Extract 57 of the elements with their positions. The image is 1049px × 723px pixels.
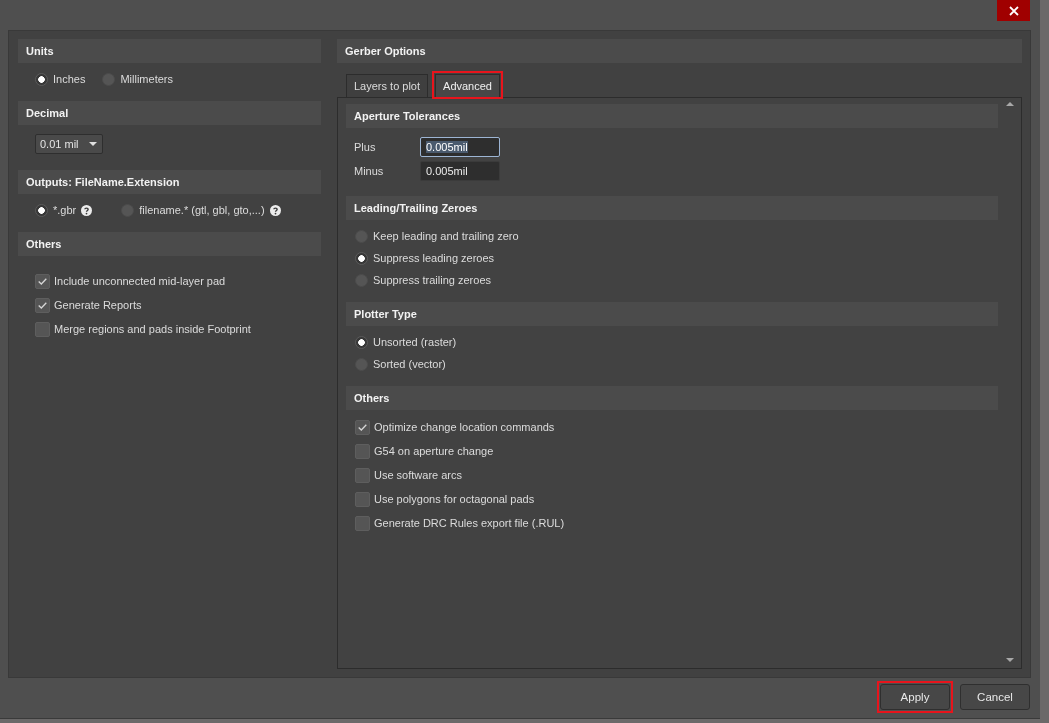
radio-label[interactable]: Unsorted (raster): [373, 336, 457, 348]
input-field[interactable]: 0.005mil: [420, 137, 500, 157]
radio-label[interactable]: Suppress leading zeroes: [373, 252, 495, 264]
radio-button[interactable]: [355, 251, 368, 265]
checkbox[interactable]: [355, 419, 370, 435]
section-header: Plotter Type: [346, 302, 998, 326]
section-header: Others: [346, 386, 998, 410]
radio-button[interactable]: [35, 203, 48, 217]
radio-label[interactable]: Keep leading and trailing zero: [373, 230, 519, 242]
tab[interactable]: Layers to plot: [346, 74, 429, 97]
radio-label[interactable]: Millimeters: [120, 73, 173, 85]
checkmark-icon: [38, 301, 47, 309]
section-header: Gerber Options: [337, 39, 1022, 63]
close-icon: [1008, 5, 1019, 16]
dialog-button[interactable]: Cancel: [960, 684, 1030, 710]
help-icon[interactable]: [81, 204, 93, 216]
checkbox[interactable]: [355, 443, 370, 459]
dropdown[interactable]: 0.01 mil: [35, 134, 103, 154]
checkbox-label[interactable]: G54 on aperture change: [374, 445, 494, 457]
checkbox-label[interactable]: Use polygons for octagonal pads: [374, 493, 535, 505]
field-label: Minus: [354, 165, 385, 177]
checkbox-label[interactable]: Merge regions and pads inside Footprint: [54, 323, 251, 335]
section-header: Units: [18, 39, 321, 63]
help-icon[interactable]: [269, 204, 281, 216]
section-header: Outputs: FileName.Extension: [18, 170, 321, 194]
checkbox-label[interactable]: Generate Reports: [54, 299, 142, 311]
section-header: Aperture Tolerances: [346, 104, 998, 128]
scroll-up-icon[interactable]: [1005, 102, 1014, 106]
checkbox[interactable]: [355, 491, 370, 507]
radio-label[interactable]: filename.* (gtl, gbl, gto,...): [139, 204, 265, 216]
radio-label[interactable]: *.gbr: [53, 204, 77, 216]
checkbox-label[interactable]: Generate DRC Rules export file (.RUL): [374, 517, 565, 529]
scroll-down-icon[interactable]: [1005, 658, 1014, 662]
checkbox[interactable]: [355, 467, 370, 483]
checkbox[interactable]: [355, 515, 370, 531]
caret-icon: [89, 142, 97, 146]
checkbox-label[interactable]: Include unconnected mid-layer pad: [54, 275, 226, 287]
checkbox-label[interactable]: Optimize change location commands: [374, 421, 555, 433]
checkmark-icon: [38, 277, 47, 285]
checkmark-icon: [358, 423, 367, 431]
field-label: Plus: [354, 141, 377, 153]
radio-label[interactable]: Sorted (vector): [373, 358, 446, 370]
checkbox[interactable]: [35, 273, 50, 289]
section-header: Others: [18, 232, 321, 256]
radio-button[interactable]: [35, 72, 48, 86]
checkbox-label[interactable]: Use software arcs: [374, 469, 463, 481]
radio-label[interactable]: Inches: [53, 73, 86, 85]
input-field[interactable]: 0.005mil: [420, 161, 500, 181]
close-button[interactable]: [997, 0, 1030, 21]
section-header: Decimal: [18, 101, 321, 125]
checkbox[interactable]: [35, 297, 50, 313]
radio-button[interactable]: [355, 335, 368, 349]
section-header: Leading/Trailing Zeroes: [346, 196, 998, 220]
checkbox[interactable]: [35, 321, 50, 337]
tab[interactable]: Advanced: [435, 74, 500, 97]
dialog-button[interactable]: Apply: [880, 684, 950, 710]
radio-label[interactable]: Suppress trailing zeroes: [373, 274, 491, 286]
